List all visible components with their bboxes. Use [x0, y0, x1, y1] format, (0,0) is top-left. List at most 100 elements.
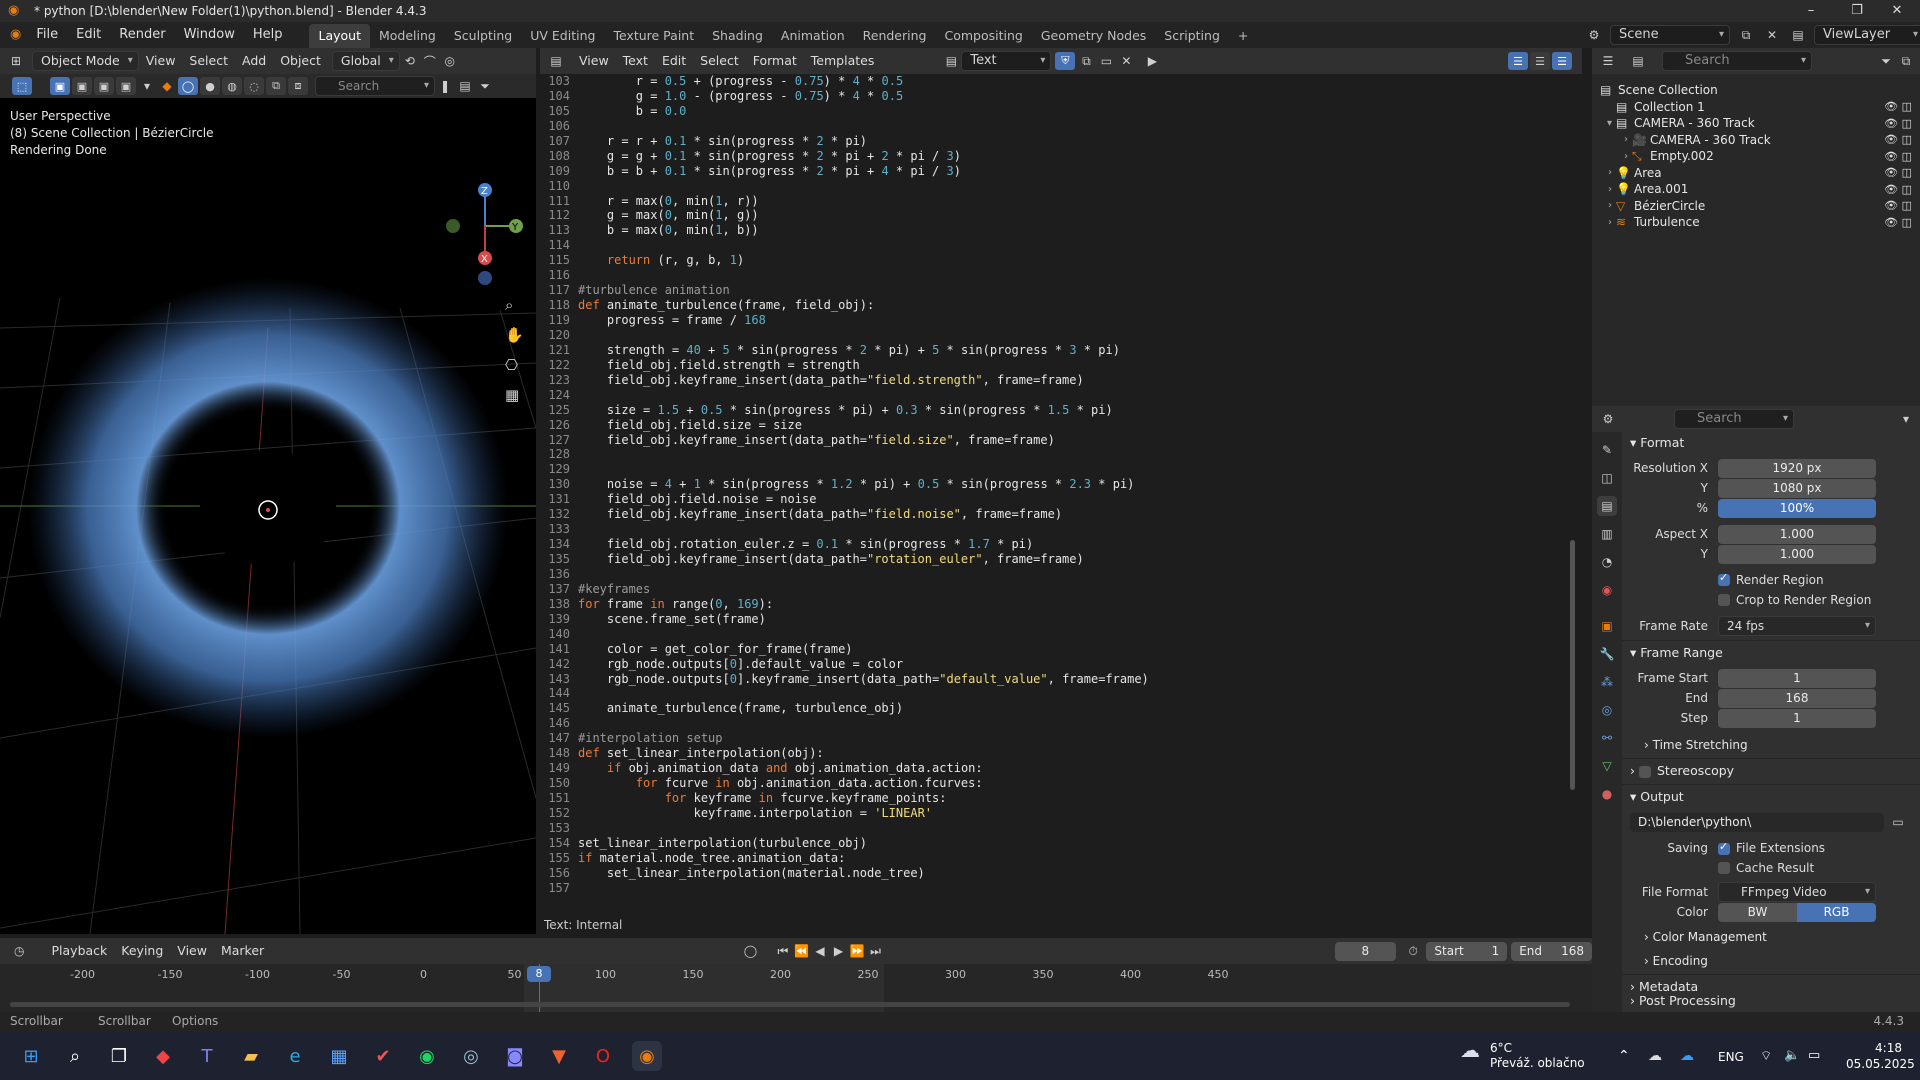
timeline-type-icon[interactable]: ◷: [10, 941, 29, 961]
shading-wireframe-icon[interactable]: ◯: [178, 77, 198, 95]
tray-chevron-icon[interactable]: ⌃: [1618, 1048, 1630, 1064]
code-line[interactable]: 139 scene.frame_set(frame): [540, 612, 1582, 627]
fake-user-icon[interactable]: ⛨: [1055, 52, 1076, 70]
minimize-button[interactable]: –: [1788, 0, 1834, 22]
code-line[interactable]: 148 def set_linear_interpolation(obj):: [540, 746, 1582, 761]
aspect-x-field[interactable]: 1.000: [1718, 524, 1876, 544]
scene-icon[interactable]: ⚙: [1584, 25, 1604, 45]
text-datablock-selector[interactable]: Text: [961, 51, 1052, 71]
timeline-scrollbar[interactable]: [10, 1002, 1570, 1007]
language-indicator[interactable]: ENG: [1718, 1050, 1744, 1064]
code-line[interactable]: 144: [540, 686, 1582, 701]
code-line[interactable]: 156 set_linear_interpolation(material.no…: [540, 866, 1582, 881]
outliner-type-icon[interactable]: ☰: [1598, 51, 1618, 71]
text-menu-edit[interactable]: Edit: [655, 51, 693, 71]
brave-icon[interactable]: ▼: [544, 1041, 574, 1071]
menu-help[interactable]: Help: [244, 22, 292, 48]
timeline-area[interactable]: -200 -150 -100 -50 0 50 100 150 200 250 300 350 400 4…: [0, 964, 1592, 1012]
store-icon[interactable]: ▦: [324, 1041, 354, 1071]
viewport-menu-object[interactable]: Object: [273, 51, 328, 71]
menu-edit[interactable]: Edit: [67, 22, 110, 48]
particles-tab-icon[interactable]: ⁂: [1597, 672, 1617, 692]
expand-arrow-icon[interactable]: ›: [1592, 151, 1632, 162]
select-tool-icon[interactable]: ⬚: [12, 77, 32, 95]
code-line[interactable]: 119 progress = frame / 168: [540, 313, 1582, 328]
code-line[interactable]: 128: [540, 447, 1582, 462]
text-menu-templates[interactable]: Templates: [804, 51, 882, 71]
steam-icon[interactable]: ◎: [456, 1041, 486, 1071]
encoding-subpanel[interactable]: › Encoding: [1644, 950, 1708, 972]
shading-material-icon[interactable]: ◍: [222, 77, 242, 95]
tab-compositing[interactable]: Compositing: [935, 24, 1031, 48]
zoom-icon[interactable]: ⌕: [505, 296, 513, 314]
render-region-checkbox[interactable]: Render Region: [1718, 570, 1824, 590]
expand-arrow-icon[interactable]: ›: [1592, 134, 1632, 145]
stereoscopy-panel-header[interactable]: › Stereoscopy: [1630, 760, 1734, 782]
view-layer-selector[interactable]: ViewLayer: [1814, 25, 1920, 45]
display-mode-icon[interactable]: ▤: [1628, 51, 1648, 71]
run-script-icon[interactable]: ▶: [1142, 51, 1162, 71]
play-icon[interactable]: ▶: [829, 941, 848, 961]
jump-start-icon[interactable]: ⏮: [774, 941, 793, 961]
outliner-search-input[interactable]: Search: [1662, 51, 1812, 71]
code-line[interactable]: 152 keyframe.interpolation = 'LINEAR': [540, 806, 1582, 821]
code-line[interactable]: 108 g = g + 0.1 * sin(progress * 2 * pi …: [540, 149, 1582, 164]
post-processing-panel-header[interactable]: › Post Processing: [1630, 990, 1736, 1012]
visibility-toggle-icon[interactable]: 👁 ◫: [1884, 150, 1912, 163]
constraints-tab-icon[interactable]: ⚯: [1597, 728, 1617, 748]
frame-end-field[interactable]: 168: [1718, 688, 1876, 708]
tab-uv-editing[interactable]: UV Editing: [521, 24, 604, 48]
code-line[interactable]: 132 field_obj.keyframe_insert(data_path=…: [540, 507, 1582, 522]
color-rgb-button[interactable]: RGB: [1797, 902, 1876, 922]
perspective-toggle-icon[interactable]: ▦: [505, 386, 519, 404]
open-text-icon[interactable]: ▭: [1096, 51, 1116, 71]
tab-sculpting[interactable]: Sculpting: [445, 24, 521, 48]
timeline-menu-view[interactable]: View: [170, 941, 214, 961]
object-tab-icon[interactable]: ▣: [1597, 616, 1617, 636]
shading-dropdown-icon[interactable]: ▾: [137, 76, 157, 96]
properties-type-icon[interactable]: ⚙: [1598, 409, 1618, 429]
code-line[interactable]: 109 b = b + 0.1 * sin(progress * 2 * pi …: [540, 164, 1582, 179]
code-line[interactable]: 124: [540, 388, 1582, 403]
stereoscopy-check-icon[interactable]: [1638, 765, 1651, 778]
tab-texture-paint[interactable]: Texture Paint: [604, 24, 703, 48]
prev-keyframe-icon[interactable]: ⏪: [792, 941, 811, 961]
resolution-y-field[interactable]: 1080 px: [1718, 478, 1876, 498]
start-button-icon[interactable]: ⊞: [16, 1041, 46, 1071]
text-editor-type-icon[interactable]: ▤: [546, 51, 566, 71]
code-line[interactable]: 141 color = get_color_for_frame(frame): [540, 642, 1582, 657]
code-line[interactable]: 112 g = max(0, min(1, g)): [540, 208, 1582, 223]
code-line[interactable]: 143 rgb_node.outputs[0].keyframe_insert(…: [540, 672, 1582, 687]
output-tab-icon[interactable]: ▤: [1597, 496, 1617, 516]
data-tab-icon[interactable]: ▽: [1597, 756, 1617, 776]
code-line[interactable]: 107 r = r + 0.1 * sin(progress * 2 * pi): [540, 134, 1582, 149]
play-reverse-icon[interactable]: ◀: [811, 941, 830, 961]
code-line[interactable]: 114: [540, 238, 1582, 253]
shading-solid-icon[interactable]: ●: [200, 77, 220, 95]
code-line[interactable]: 151 for keyframe in fcurve.keyframe_poin…: [540, 791, 1582, 806]
file-format-dropdown[interactable]: FFmpeg Video: [1718, 882, 1876, 902]
code-line[interactable]: 153: [540, 821, 1582, 836]
new-scene-icon[interactable]: ⧉: [1736, 25, 1756, 45]
search-icon[interactable]: ⌕: [60, 1041, 90, 1071]
code-line[interactable]: 121 strength = 40 + 5 * sin(progress * 2…: [540, 343, 1582, 358]
add-workspace-icon[interactable]: +: [1229, 24, 1257, 48]
code-line[interactable]: 131 field_obj.field.noise = noise: [540, 492, 1582, 507]
stopwatch-icon[interactable]: ⏱: [1404, 941, 1423, 961]
code-line[interactable]: 126 field_obj.field.size = size: [540, 418, 1582, 433]
select-mode-invert-icon[interactable]: ▣: [116, 77, 136, 95]
code-line[interactable]: 142 rgb_node.outputs[0].default_value = …: [540, 657, 1582, 672]
proportional-edit-icon[interactable]: ◎: [440, 51, 460, 71]
new-collection-icon[interactable]: ⧉: [1896, 51, 1916, 71]
code-line[interactable]: 147 #interpolation setup: [540, 731, 1582, 746]
text-editor-code-area[interactable]: 103 r = 0.5 + (progress - 0.75) * 4 * 0.…: [540, 74, 1582, 916]
menu-file[interactable]: File: [27, 22, 67, 48]
frame-start-field[interactable]: 1: [1718, 668, 1876, 688]
render-region-check-icon[interactable]: [1718, 571, 1730, 586]
viewport-search-input[interactable]: Search: [315, 76, 435, 96]
world-tab-icon[interactable]: ◉: [1597, 580, 1617, 600]
tool-tab-icon[interactable]: ✎: [1597, 440, 1617, 460]
tab-shading[interactable]: Shading: [703, 24, 772, 48]
navigation-gizmo[interactable]: Z Y X: [446, 183, 523, 285]
code-line[interactable]: 150 for fcurve in obj.animation_data.act…: [540, 776, 1582, 791]
